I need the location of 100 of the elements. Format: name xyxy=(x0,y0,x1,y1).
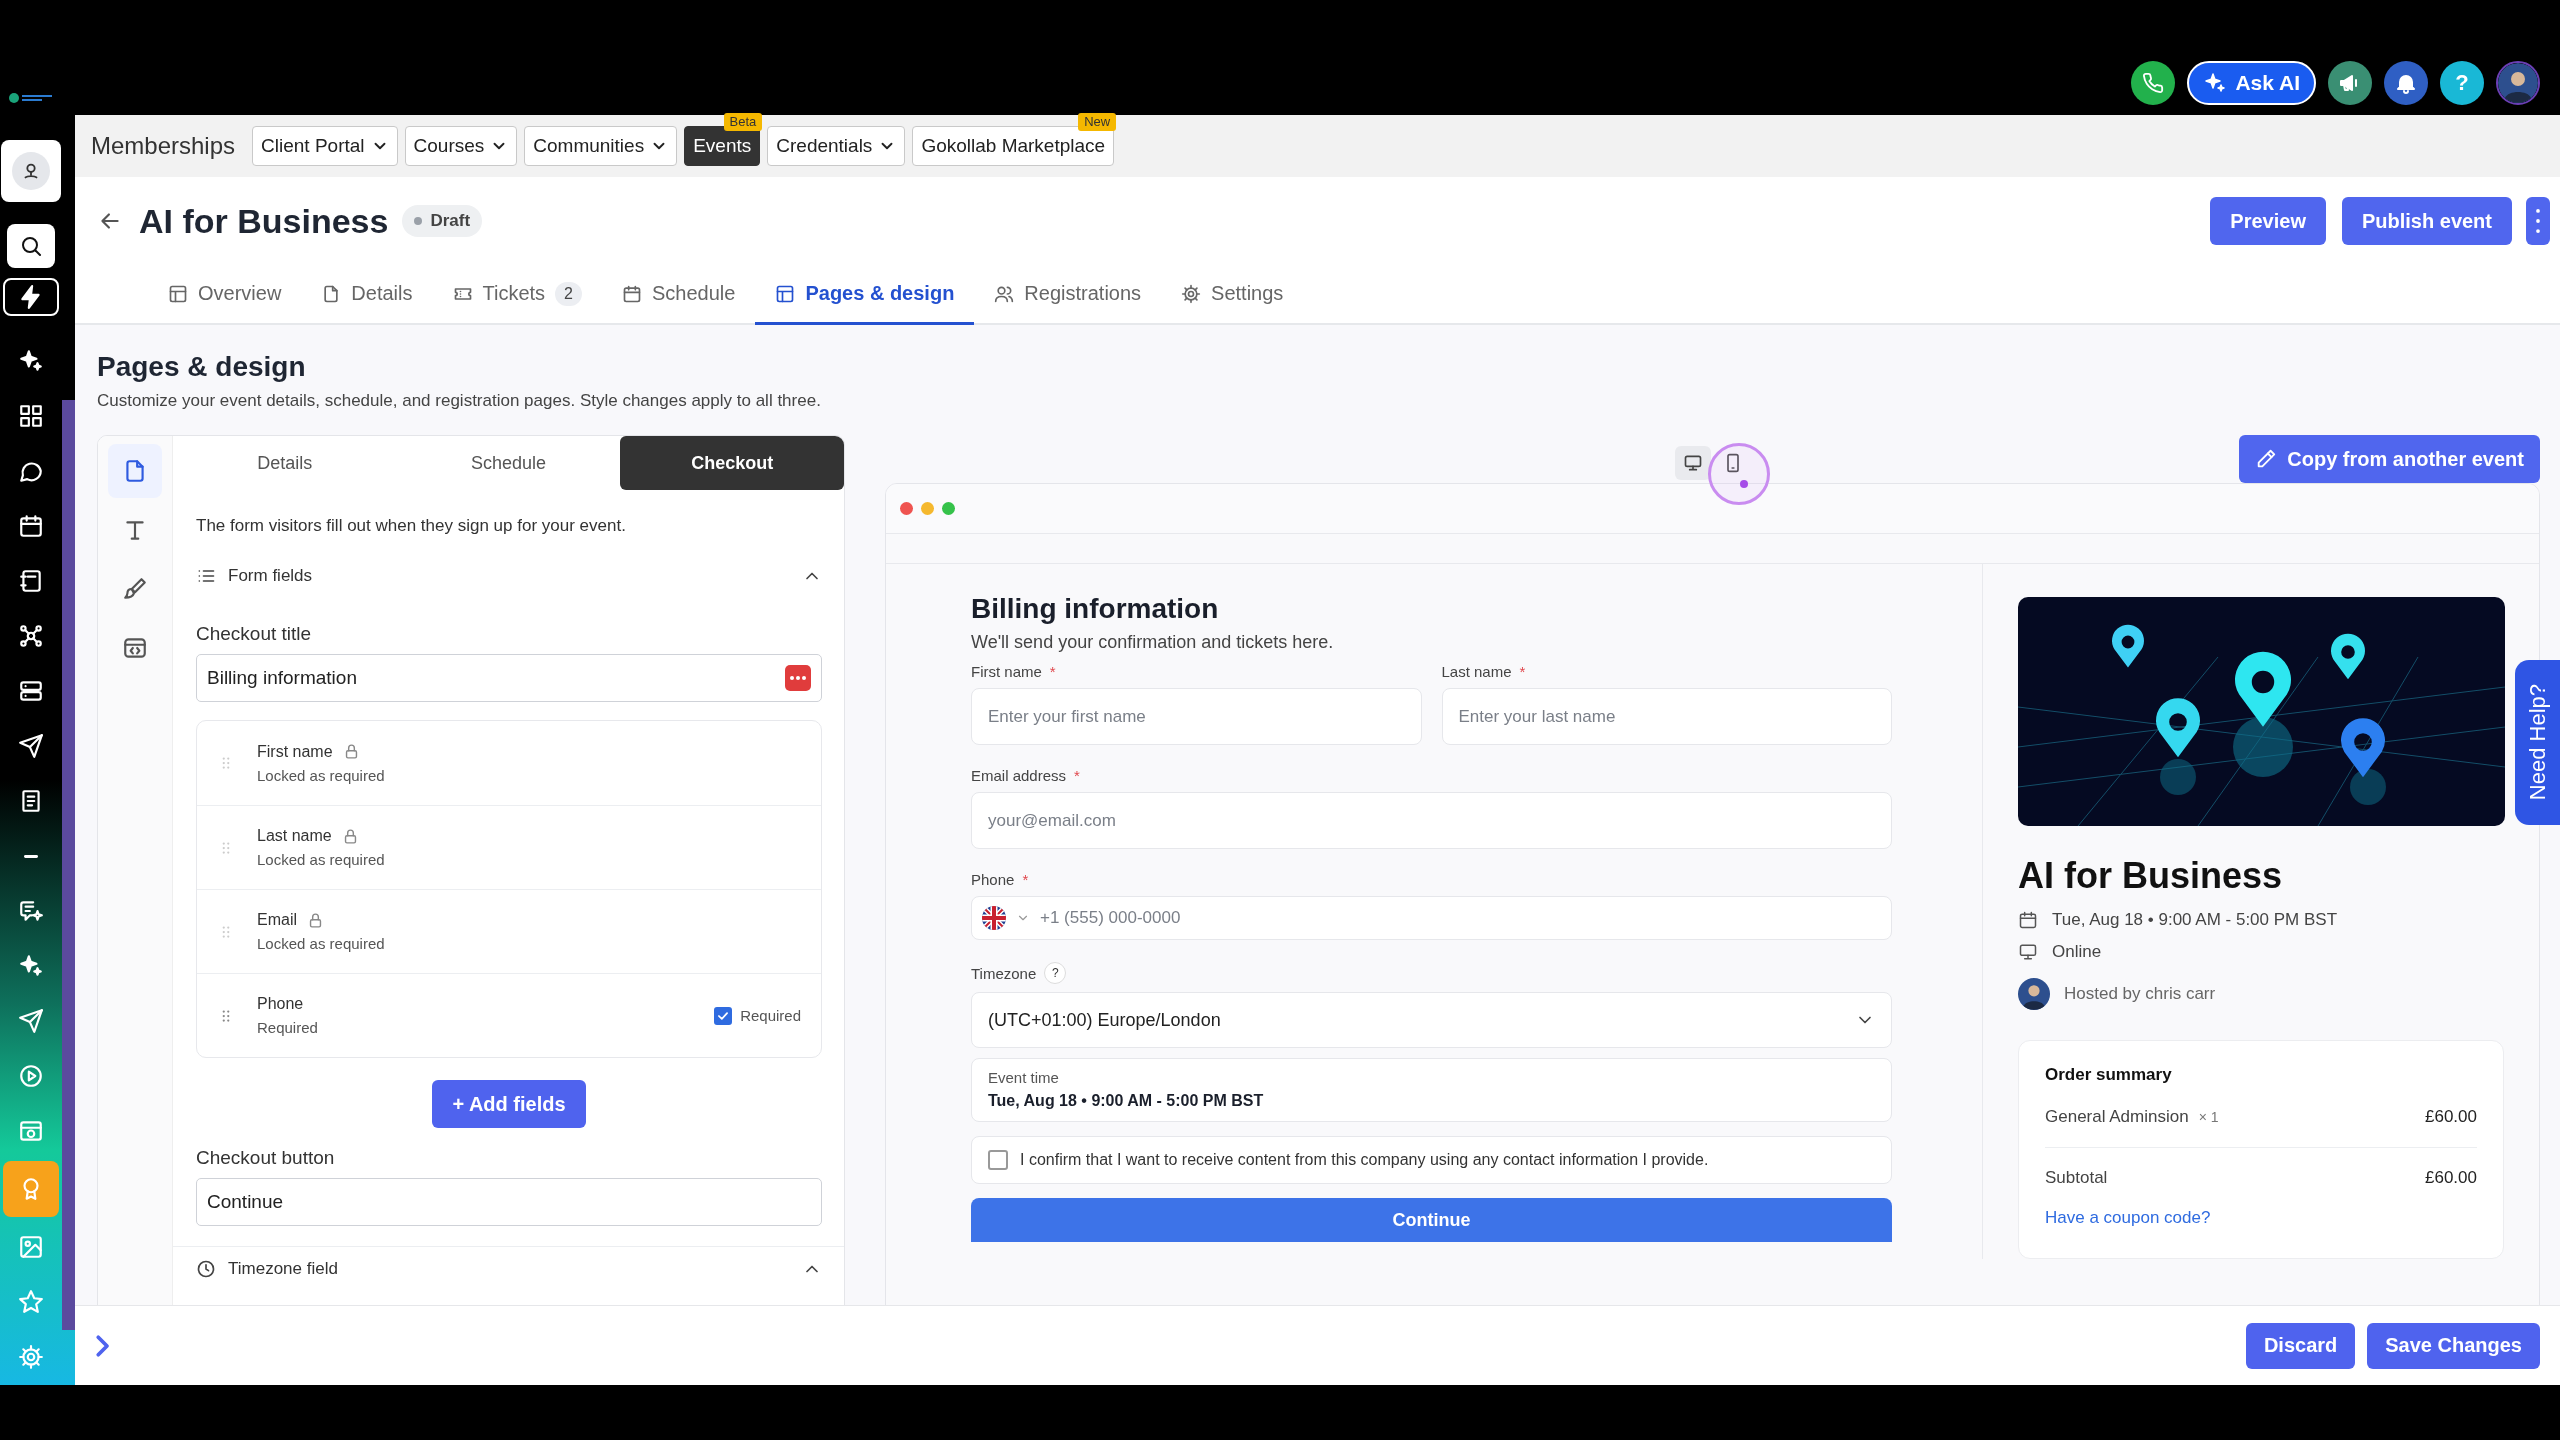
tab-label: Registrations xyxy=(1024,282,1142,305)
field-name: Email xyxy=(257,911,297,929)
rail-scrollbar[interactable] xyxy=(62,400,75,1330)
input-field[interactable]: your@email.com xyxy=(971,792,1892,849)
text-field[interactable]: Continue xyxy=(196,1178,822,1226)
rail-item[interactable] xyxy=(1,140,61,202)
monitor-icon xyxy=(2018,942,2038,962)
host-avatar xyxy=(2018,978,2050,1010)
save-button[interactable]: Save Changes xyxy=(2367,1322,2540,1369)
timezone-select[interactable]: (UTC+01:00) Europe/London xyxy=(971,992,1892,1048)
required-mark: * xyxy=(1022,871,1029,888)
input-field[interactable]: Enter your last name xyxy=(1441,688,1892,745)
notebook-icon xyxy=(18,568,44,594)
tab-label: Tickets xyxy=(482,282,546,305)
nav-badge: Beta xyxy=(723,113,763,131)
event-tab[interactable]: Schedule xyxy=(602,265,756,325)
notifications-button[interactable] xyxy=(2384,61,2428,105)
tab-label: Pages & design xyxy=(805,282,955,305)
calendar-icon xyxy=(18,513,44,539)
phone-placeholder: +1 (555) 000-0000 xyxy=(1040,908,1181,928)
network-icon xyxy=(18,623,44,649)
field-label: Phone xyxy=(971,871,1015,888)
brush-icon xyxy=(122,576,148,602)
tab-icon xyxy=(1181,283,1202,304)
pencil-icon xyxy=(2255,448,2278,470)
checkbox[interactable] xyxy=(988,1150,1008,1170)
event-time-value: Tue, Aug 18 • 9:00 AM - 5:00 PM BST xyxy=(988,1092,1265,1110)
section-title: Memberships xyxy=(91,132,236,160)
help-hint[interactable]: ? xyxy=(1044,962,1067,984)
tab-icon xyxy=(775,283,796,304)
tool-button[interactable] xyxy=(108,444,162,498)
send-icon xyxy=(18,733,44,759)
call-button[interactable] xyxy=(2131,61,2176,105)
minus-icon xyxy=(24,854,38,858)
sparkle-icon xyxy=(18,348,44,374)
settings-icon xyxy=(18,1344,44,1370)
page-tab[interactable]: Schedule xyxy=(396,436,621,490)
event-title: AI for Business xyxy=(139,201,389,241)
page-tab[interactable]: Details xyxy=(173,436,397,490)
image-icon xyxy=(18,1234,44,1260)
device-toggle[interactable] xyxy=(1674,446,1711,480)
tab-label: Details xyxy=(351,282,413,305)
nav-menu[interactable]: Client Portal xyxy=(252,126,398,166)
rail-item[interactable] xyxy=(3,278,59,316)
coupon-link[interactable]: Have a coupon code? xyxy=(2045,1208,2477,1228)
field-label: Timezone xyxy=(971,964,1037,982)
field-label: Checkout button xyxy=(196,1146,336,1170)
nav-menu[interactable]: Gokollab Marketplace xyxy=(912,126,1115,166)
nav-label: Communities xyxy=(533,135,645,157)
nav-menu[interactable]: Communities xyxy=(524,126,678,166)
ask-ai-button[interactable]: Ask AI xyxy=(2187,61,2316,105)
copy-button[interactable]: Copy from another event xyxy=(2239,435,2540,483)
nav-menu[interactable]: Credentials xyxy=(767,126,906,166)
nav-label: Credentials xyxy=(776,135,873,157)
action-button[interactable]: Preview xyxy=(2210,197,2326,245)
required-mark: * xyxy=(1519,663,1526,680)
play-icon xyxy=(18,1063,44,1089)
event-tab[interactable]: Registrations xyxy=(974,265,1162,325)
clock-icon xyxy=(196,1259,216,1279)
text-field[interactable]: Billing information xyxy=(196,654,822,702)
nav-label: Gokollab Marketplace xyxy=(921,135,1106,157)
page-tab[interactable]: Checkout xyxy=(620,436,844,490)
rail-item[interactable] xyxy=(7,224,55,268)
page-description: Customize your event details, schedule, and registration pages. Style changes apply to all three. xyxy=(97,390,822,412)
page-heading: Pages & design xyxy=(97,350,307,384)
field-name: First name xyxy=(257,742,333,761)
nav-label: Courses xyxy=(413,135,485,157)
order-title: Order summary xyxy=(2045,1065,2173,1085)
sparkles-icon xyxy=(18,953,44,979)
host-text: Hosted by chris carr xyxy=(2064,984,2216,1004)
checkbox[interactable] xyxy=(714,1006,733,1025)
field-label: Last name xyxy=(1441,663,1512,680)
subtotal-label: Subtotal xyxy=(2045,1168,2108,1188)
input-field[interactable]: Enter your first name xyxy=(971,688,1422,745)
continue-button[interactable]: Continue xyxy=(971,1198,1892,1242)
intro-text: The form visitors fill out when they sign up for your event. xyxy=(196,515,627,537)
tab-label: Overview xyxy=(198,282,282,305)
subtotal-value: £60.00 xyxy=(2425,1168,2477,1188)
event-tab[interactable]: Settings xyxy=(1161,265,1304,325)
profile-avatar[interactable] xyxy=(2496,61,2540,105)
field-label: Checkout title xyxy=(196,622,313,646)
more-button[interactable] xyxy=(2526,197,2550,245)
event-tab[interactable]: Details xyxy=(301,265,433,325)
nav-menu[interactable]: Events xyxy=(684,126,761,166)
phone-field[interactable]: +1 (555) 000-0000 xyxy=(971,896,1892,940)
nav-menu[interactable]: Courses xyxy=(404,126,518,166)
more-icon[interactable] xyxy=(785,665,811,691)
required-mark: * xyxy=(1074,767,1080,784)
consent-text: I confirm that I want to receive content from this company using any contact information I provide. xyxy=(1020,1151,1709,1169)
phone-icon xyxy=(2142,72,2165,94)
event-tab[interactable]: Tickets 2 xyxy=(432,265,602,325)
action-button[interactable]: Publish event xyxy=(2341,197,2512,245)
announcements-button[interactable] xyxy=(2328,61,2372,105)
add-fields-button[interactable]: + Add fields xyxy=(432,1080,586,1128)
field-label: First name xyxy=(971,663,1042,680)
discard-button[interactable]: Discard xyxy=(2245,1322,2356,1369)
event-title: AI for Business xyxy=(2018,854,2284,898)
event-tab[interactable]: Overview xyxy=(148,265,302,325)
star-icon xyxy=(18,1289,44,1315)
field-note: Locked as required xyxy=(257,851,386,868)
